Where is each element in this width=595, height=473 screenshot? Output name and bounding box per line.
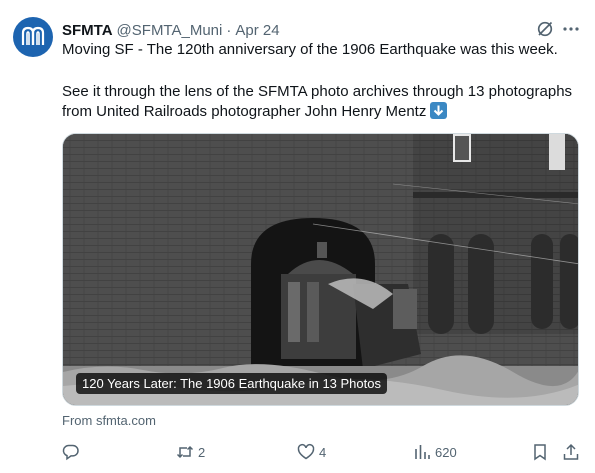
tweet-text-line-3-content: from United Railroads photographer John …	[62, 103, 427, 120]
bookmark-button[interactable]	[531, 440, 549, 464]
action-bar: 2 4 620	[62, 440, 580, 464]
share-button[interactable]	[562, 440, 580, 464]
views-count: 620	[435, 444, 457, 460]
grok-icon[interactable]	[536, 20, 554, 38]
tweet[interactable]: SFMTA @SFMTA_Muni · Apr 24 Moving SF - T…	[0, 0, 595, 473]
earthquake-photo	[63, 134, 578, 405]
muni-logo-icon	[21, 26, 45, 45]
avatar[interactable]	[13, 17, 53, 57]
tweet-text-line-2: See it through the lens of the SFMTA pho…	[62, 83, 573, 100]
share-icon	[563, 443, 579, 460]
bookmark-icon	[534, 444, 546, 461]
like-button[interactable]: 4	[297, 440, 326, 464]
down-arrow-emoji-icon	[430, 102, 448, 119]
reply-icon	[62, 444, 79, 461]
tweet-header: SFMTA @SFMTA_Muni · Apr 24	[62, 20, 280, 40]
views-button[interactable]: 620	[413, 440, 457, 464]
retweet-count: 2	[198, 444, 206, 460]
media-caption: 120 Years Later: The 1906 Earthquake in …	[76, 373, 387, 394]
tweet-date[interactable]: Apr 24	[235, 22, 279, 39]
like-icon	[297, 444, 315, 460]
views-icon	[415, 445, 430, 459]
author-handle[interactable]: @SFMTA_Muni	[117, 22, 223, 39]
like-count: 4	[319, 444, 327, 460]
tweet-text-line-1: Moving SF - The 120th anniversary of the…	[62, 41, 558, 58]
reply-button[interactable]	[62, 440, 84, 464]
separator-dot: ·	[226, 21, 232, 39]
retweet-icon	[176, 445, 194, 459]
link-source[interactable]: From sfmta.com	[62, 413, 156, 428]
retweet-button[interactable]: 2	[176, 440, 205, 464]
more-icon[interactable]	[562, 20, 580, 38]
tweet-text-line-3: from United Railroads photographer John …	[62, 102, 448, 122]
author-name[interactable]: SFMTA	[62, 22, 113, 39]
media-card[interactable]: 120 Years Later: The 1906 Earthquake in …	[62, 133, 579, 406]
